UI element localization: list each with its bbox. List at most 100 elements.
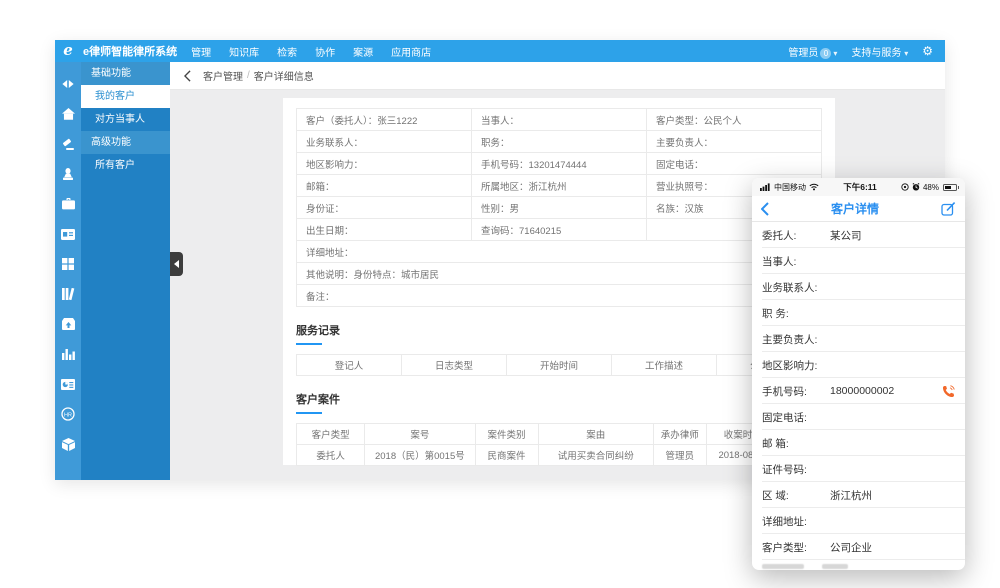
library-icon[interactable]: [55, 279, 81, 309]
svg-text:HR: HR: [64, 412, 72, 418]
gear-icon[interactable]: ⚙: [922, 44, 933, 58]
sidebar-header-advanced: 高级功能: [81, 131, 170, 154]
table-row: 身份证： 性别：男 名族：汉族: [297, 197, 822, 219]
nav-item-manage[interactable]: 管理: [191, 44, 211, 59]
carrier-label: 中国移动: [774, 182, 806, 193]
gavel-icon[interactable]: [55, 129, 81, 159]
id-card-icon[interactable]: [55, 219, 81, 249]
archive-up-icon[interactable]: [55, 309, 81, 339]
cube-icon[interactable]: [55, 429, 81, 459]
phone-status-bar: 中国移动 下午6:11 48%: [752, 178, 965, 196]
page: e e律师智能律所系统 管理 知识库 检索 协作 案源 应用商店 管理员0▾ 支…: [0, 0, 1000, 588]
list-item[interactable]: 主要负责人:: [752, 326, 965, 352]
list-item[interactable]: 当事人:: [752, 248, 965, 274]
nav-item-appstore[interactable]: 应用商店: [391, 44, 431, 59]
briefcase-icon[interactable]: [55, 189, 81, 219]
orientation-lock-icon: [901, 183, 909, 191]
field-label: 业务联系人:: [762, 280, 830, 295]
user-badge: 0: [820, 48, 831, 59]
user-menu[interactable]: 管理员0▾: [788, 44, 837, 59]
hr-icon[interactable]: HR: [55, 399, 81, 429]
detail-cell: 当事人：: [472, 109, 647, 131]
breadcrumb-parent[interactable]: 客户管理: [203, 68, 243, 83]
field-value: 18000000002: [830, 385, 942, 397]
table-row: 客户（委托人）：张三1222 当事人： 客户类型：公民个人: [297, 109, 822, 131]
column-header: 工作描述: [612, 355, 717, 376]
customer-cases-table: 客户类型 案号 案件类别 案由 承办律师 收案时间 结案 委托人 2018（民）…: [296, 423, 822, 466]
sidebar-menu: 基础功能 我的客户 对方当事人 高级功能 所有客户: [81, 62, 170, 480]
list-item[interactable]: 地区影响力:: [752, 352, 965, 378]
list-item[interactable]: 委托人: 某公司: [752, 222, 965, 248]
detail-cell-address: 详细地址：: [297, 241, 822, 263]
sidebar-collapse-handle[interactable]: [170, 252, 183, 276]
table-row: 地区影响力： 手机号码：13201474444 固定电话：: [297, 153, 822, 175]
field-label: 当事人:: [762, 254, 830, 269]
list-item-mobile-number[interactable]: 手机号码: 18000000002: [752, 378, 965, 404]
column-header: 案号: [365, 424, 475, 445]
sidebar-header-basic: 基础功能: [81, 62, 170, 85]
sidebar-icon-strip: HR: [55, 62, 81, 480]
table-header-row: 登记人 日志类型 开始时间 工作描述 公开状态: [297, 355, 822, 376]
list-item[interactable]: 客户类型: 公司企业: [752, 534, 965, 560]
nav-item-search[interactable]: 检索: [277, 44, 297, 59]
bar-chart-icon[interactable]: [55, 339, 81, 369]
top-nav: 管理 知识库 检索 协作 案源 应用商店: [191, 44, 431, 59]
list-item[interactable]: 职 务:: [752, 300, 965, 326]
nav-item-knowledge[interactable]: 知识库: [229, 44, 259, 59]
sidebar-item-opposing-party[interactable]: 对方当事人: [81, 108, 170, 131]
case-cell: 民商案件: [475, 445, 538, 466]
chevron-left-icon: [174, 260, 179, 268]
collapse-icon[interactable]: [55, 69, 81, 99]
detail-cell-remark: 备注：: [297, 285, 822, 307]
battery-icon: [943, 184, 957, 191]
home-icon[interactable]: [55, 99, 81, 129]
edit-icon[interactable]: [941, 201, 956, 216]
column-header: 开始时间: [507, 355, 612, 376]
stamp-icon[interactable]: [55, 159, 81, 189]
field-value: 某公司: [830, 228, 955, 243]
field-label: 手机号码:: [762, 384, 830, 399]
customer-detail-table: 客户（委托人）：张三1222 当事人： 客户类型：公民个人 业务联系人： 职务：…: [296, 108, 822, 307]
case-cell: 委托人: [297, 445, 365, 466]
list-item[interactable]: 证件号码:: [752, 456, 965, 482]
detail-cell: 地区影响力：: [297, 153, 472, 175]
case-cell: 试用买卖合同纠纷: [538, 445, 654, 466]
back-chevron-icon[interactable]: [761, 202, 769, 216]
sidebar-item-my-customers[interactable]: 我的客户: [81, 85, 170, 108]
detail-cell: 固定电话：: [647, 153, 822, 175]
wifi-icon: [809, 183, 819, 191]
field-label: 固定电话:: [762, 410, 830, 425]
detail-cell: 查询码：71640215: [472, 219, 647, 241]
table-row: 业务联系人： 职务： 主要负责人：: [297, 131, 822, 153]
app-logo[interactable]: e: [55, 42, 81, 60]
nav-item-cases[interactable]: 案源: [353, 44, 373, 59]
phone-call-icon[interactable]: [942, 385, 955, 398]
column-header: 承办律师: [654, 424, 707, 445]
column-header: 案由: [538, 424, 654, 445]
list-item[interactable]: 区 域: 浙江杭州: [752, 482, 965, 508]
table-row: 出生日期： 查询码：71640215: [297, 219, 822, 241]
detail-cell: 主要负责人：: [647, 131, 822, 153]
table-row: 备注：: [297, 285, 822, 307]
field-label: 客户类型:: [762, 540, 830, 555]
column-header: 登记人: [297, 355, 402, 376]
sidebar-item-all-customers[interactable]: 所有客户: [81, 154, 170, 177]
list-item[interactable]: 邮 箱:: [752, 430, 965, 456]
nav-item-collab[interactable]: 协作: [315, 44, 335, 59]
detail-cell: 所属地区：浙江杭州: [472, 175, 647, 197]
list-item[interactable]: 固定电话:: [752, 404, 965, 430]
battery-percent-label: 48%: [923, 183, 939, 192]
report-icon[interactable]: [55, 369, 81, 399]
back-button[interactable]: [184, 70, 191, 82]
detail-cell: 手机号码：13201474444: [472, 153, 647, 175]
support-menu[interactable]: 支持与服务 ▾: [851, 44, 908, 59]
list-item-partial: [752, 560, 965, 570]
grid-icon[interactable]: [55, 249, 81, 279]
detail-cell: 客户（委托人）：张三1222: [297, 109, 472, 131]
list-item[interactable]: 业务联系人:: [752, 274, 965, 300]
title-underline: [296, 412, 322, 414]
list-item[interactable]: 详细地址:: [752, 508, 965, 534]
table-row[interactable]: 委托人 2018（民）第0015号 民商案件 试用买卖合同纠纷 管理员 2018…: [297, 445, 822, 466]
customer-cases-title: 客户案件: [296, 391, 340, 407]
phone-nav-bar: 客户详情: [752, 196, 965, 222]
